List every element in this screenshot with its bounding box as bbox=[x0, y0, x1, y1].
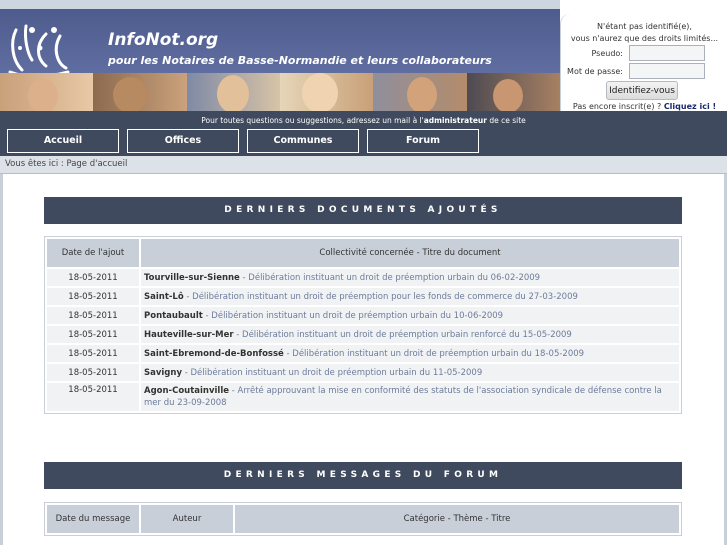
header-photo bbox=[0, 73, 94, 111]
row-commune[interactable]: Savigny bbox=[144, 368, 182, 378]
row-document-title[interactable]: - Délibération instituant un droit de pr… bbox=[284, 349, 584, 359]
admin-contact-link[interactable]: administrateur bbox=[424, 116, 487, 125]
row-document[interactable]: Saint-Ebremond-de-Bonfossé - Délibératio… bbox=[141, 345, 679, 362]
row-document[interactable]: Tourville-sur-Sienne - Délibération inst… bbox=[141, 269, 679, 286]
row-document-title[interactable]: - Délibération instituant un droit de pr… bbox=[203, 311, 504, 321]
signup-prompt: Pas encore inscrit(e) ? Cliquez ici ! bbox=[561, 102, 727, 111]
column-header-author: Auteur bbox=[141, 505, 233, 533]
login-message: N'étant pas identifié(e), bbox=[597, 22, 692, 31]
row-document[interactable]: Pontaubault - Délibération instituant un… bbox=[141, 307, 679, 324]
row-document[interactable]: Hauteville-sur-Mer - Délibération instit… bbox=[141, 326, 679, 343]
row-document-title[interactable]: - Délibération instituant un droit de pr… bbox=[184, 292, 578, 302]
row-commune[interactable]: Hauteville-sur-Mer bbox=[144, 330, 234, 340]
table-row[interactable]: 18-05-2011 Pontaubault - Délibération in… bbox=[47, 307, 679, 324]
breadcrumb: Vous êtes ici : Page d'accueil bbox=[5, 159, 128, 169]
login-button[interactable]: Identifiez-vous bbox=[606, 81, 678, 100]
header-top-line bbox=[0, 0, 560, 9]
row-commune[interactable]: Saint-Lô bbox=[144, 292, 184, 302]
row-commune[interactable]: Saint-Ebremond-de-Bonfossé bbox=[144, 349, 284, 359]
row-date: 18-05-2011 bbox=[47, 288, 139, 305]
row-document-title[interactable]: - Délibération instituant un droit de pr… bbox=[240, 273, 541, 283]
site-subtitle: pour les Notaires de Basse-Normandie et … bbox=[108, 54, 492, 67]
header-photo bbox=[93, 73, 187, 111]
column-header-date: Date de l'ajout bbox=[47, 239, 139, 267]
row-document-title[interactable]: - Délibération instituant un droit de pr… bbox=[234, 330, 572, 340]
nav-offices-button[interactable]: Offices bbox=[127, 129, 239, 153]
header-photo bbox=[279, 73, 374, 111]
latest-documents-heading: DERNIERS DOCUMENTS AJOUTÉS bbox=[44, 197, 682, 224]
column-header-message-date: Date du message bbox=[47, 505, 139, 533]
row-date: 18-05-2011 bbox=[47, 307, 139, 324]
table-row[interactable]: 18-05-2011 Agon-Coutainville - Arrêté ap… bbox=[47, 383, 679, 411]
nav-accueil-button[interactable]: Accueil bbox=[7, 129, 119, 153]
row-date: 18-05-2011 bbox=[47, 345, 139, 362]
row-date: 18-05-2011 bbox=[47, 326, 139, 343]
row-commune[interactable]: Pontaubault bbox=[144, 311, 203, 321]
row-date: 18-05-2011 bbox=[47, 383, 139, 411]
table-row[interactable]: 18-05-2011 Saint-Ebremond-de-Bonfossé - … bbox=[47, 345, 679, 362]
table-row[interactable]: 18-05-2011 Saint-Lô - Délibération insti… bbox=[47, 288, 679, 305]
row-document[interactable]: Savigny - Délibération instituant un dro… bbox=[141, 364, 679, 381]
row-date: 18-05-2011 bbox=[47, 269, 139, 286]
header-photo bbox=[186, 73, 280, 111]
column-header-document: Collectivité concernée - Titre du docume… bbox=[141, 239, 679, 267]
site-title[interactable]: InfoNot.org bbox=[108, 30, 218, 50]
header-photo bbox=[466, 73, 560, 111]
pseudo-input[interactable] bbox=[629, 45, 705, 61]
column-header-category: Catégorie - Thème - Titre bbox=[235, 505, 679, 533]
nav-forum-button[interactable]: Forum bbox=[367, 129, 479, 153]
header-banner: InfoNot.org pour les Notaires de Basse-N… bbox=[0, 9, 560, 111]
row-document-title[interactable]: - Délibération instituant un droit de pr… bbox=[182, 368, 483, 378]
table-row[interactable]: 18-05-2011 Hauteville-sur-Mer - Délibéra… bbox=[47, 326, 679, 343]
row-commune[interactable]: Tourville-sur-Sienne bbox=[144, 273, 240, 283]
site-header: InfoNot.org pour les Notaires de Basse-N… bbox=[0, 0, 727, 111]
signup-text: Pas encore inscrit(e) ? bbox=[572, 102, 662, 111]
header-photo bbox=[373, 73, 467, 111]
table-row[interactable]: 18-05-2011 Tourville-sur-Sienne - Délibé… bbox=[47, 269, 679, 286]
password-input[interactable] bbox=[629, 63, 705, 79]
login-panel: N'étant pas identifié(e), vous n'aurez q… bbox=[560, 14, 727, 111]
breadcrumb-bar: Vous êtes ici : Page d'accueil bbox=[0, 156, 727, 174]
latest-forum-messages-table: Date du message Auteur Catégorie - Thème… bbox=[44, 502, 682, 536]
pseudo-label: Pseudo: bbox=[591, 49, 623, 58]
contact-line: Pour toutes questions ou suggestions, ad… bbox=[0, 116, 727, 125]
nav-communes-button[interactable]: Communes bbox=[247, 129, 359, 153]
row-document[interactable]: Saint-Lô - Délibération instituant un dr… bbox=[141, 288, 679, 305]
table-header-row: Date du message Auteur Catégorie - Thème… bbox=[47, 505, 679, 533]
row-document[interactable]: Agon-Coutainville - Arrêté approuvant la… bbox=[141, 383, 679, 411]
row-commune[interactable]: Agon-Coutainville bbox=[144, 386, 229, 396]
table-row[interactable]: 18-05-2011 Savigny - Délibération instit… bbox=[47, 364, 679, 381]
header-photo-strip bbox=[0, 73, 560, 111]
latest-documents-table: Date de l'ajout Collectivité concernée -… bbox=[44, 236, 682, 414]
row-date: 18-05-2011 bbox=[47, 364, 139, 381]
contact-text-suffix: de ce site bbox=[486, 116, 526, 125]
table-header-row: Date de l'ajout Collectivité concernée -… bbox=[47, 239, 679, 267]
main-navigation: Pour toutes questions ou suggestions, ad… bbox=[0, 111, 727, 156]
contact-text: Pour toutes questions ou suggestions, ad… bbox=[201, 116, 424, 125]
latest-forum-messages-heading: DERNIERS MESSAGES DU FORUM bbox=[44, 462, 682, 489]
signup-link[interactable]: Cliquez ici ! bbox=[664, 102, 716, 111]
password-label: Mot de passe: bbox=[567, 67, 623, 76]
login-message-rights: vous n'aurez que des droits limités... bbox=[570, 34, 719, 43]
site-logo[interactable] bbox=[2, 20, 74, 80]
